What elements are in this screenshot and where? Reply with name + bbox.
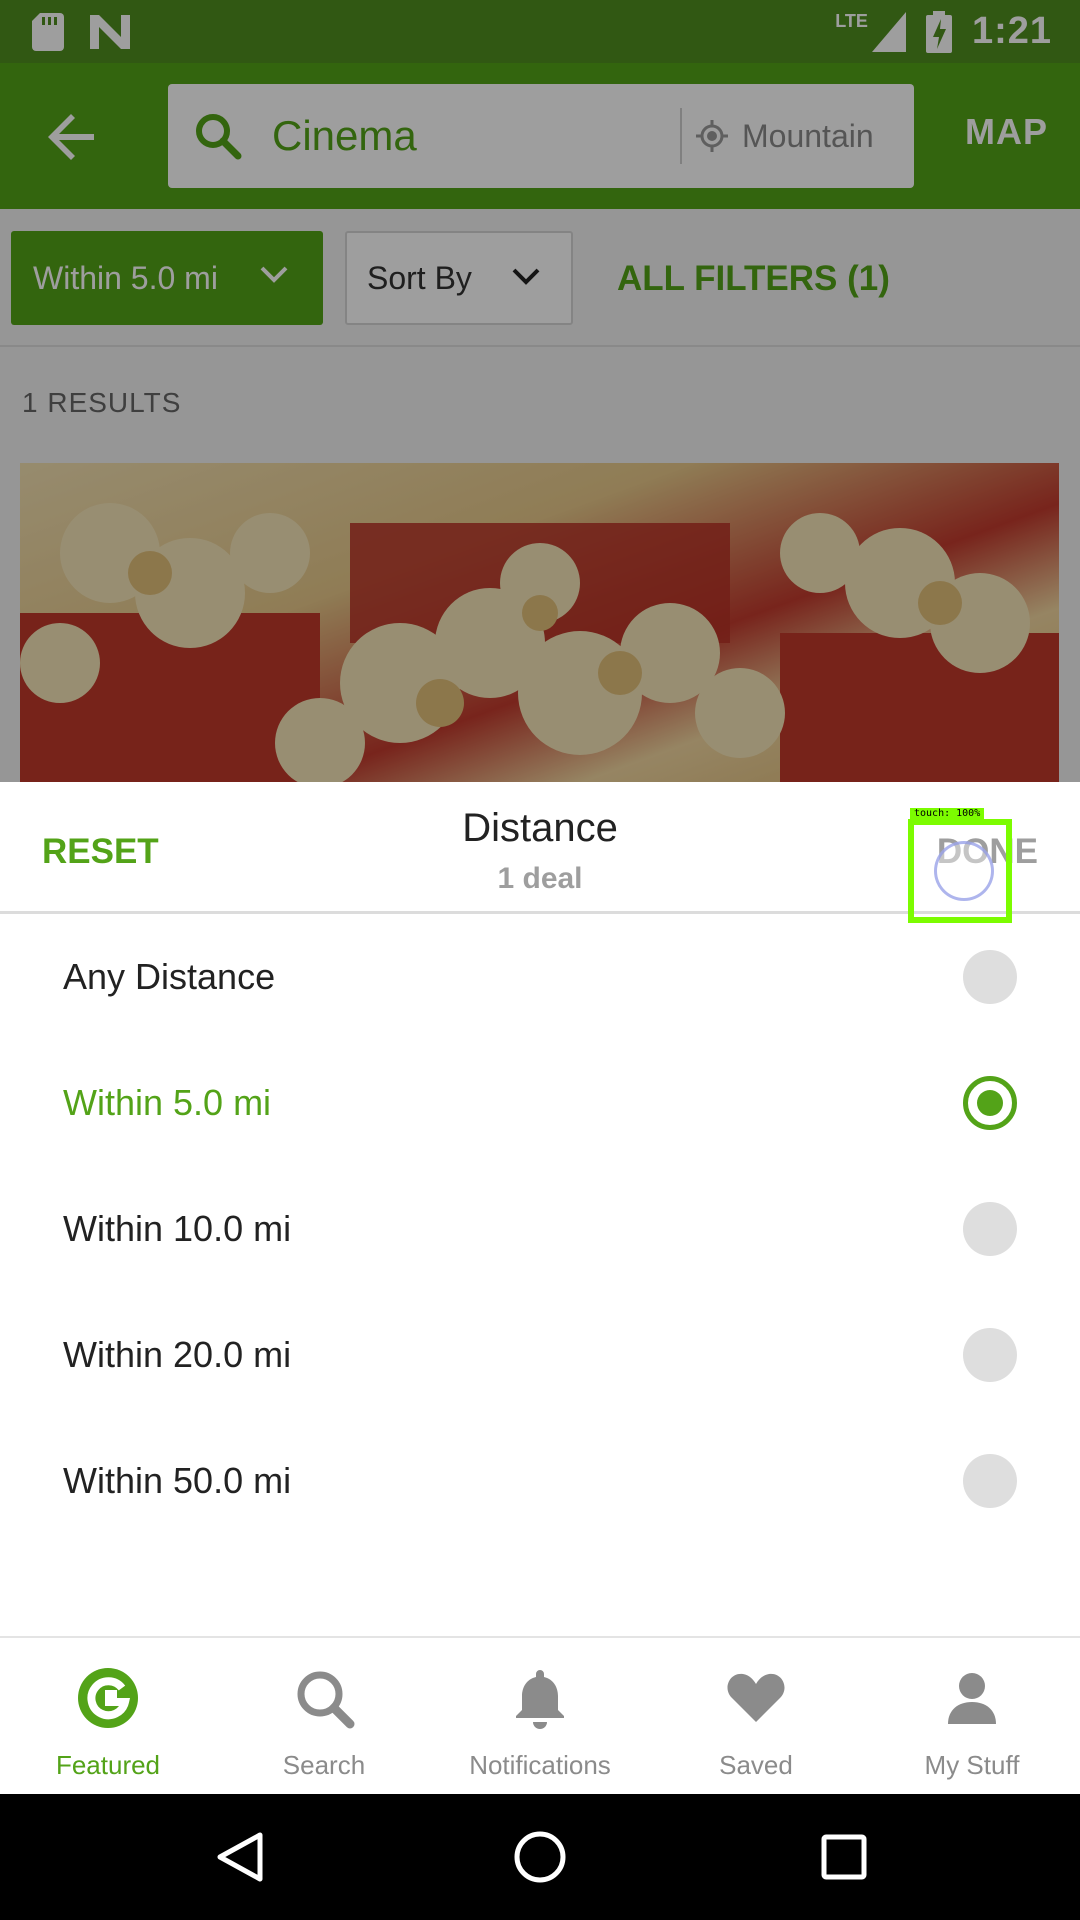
distance-bottom-sheet: RESET Distance 1 deal DONE touch: 100% A… (0, 782, 1080, 1636)
option-within-50-mi[interactable]: Within 50.0 mi (0, 1418, 1080, 1544)
sheet-header: RESET Distance 1 deal DONE touch: 100% (0, 782, 1080, 923)
nav-saved[interactable]: Saved (648, 1638, 864, 1794)
nav-label: Search (282, 1750, 366, 1780)
home-circle-icon[interactable] (510, 1827, 570, 1887)
bottom-navigation: Featured Search Notifications Saved My S… (0, 1636, 1080, 1794)
person-icon (948, 1673, 996, 1724)
groupon-g-icon (78, 1668, 138, 1728)
search-icon (297, 1671, 355, 1729)
nav-search[interactable]: Search (216, 1638, 432, 1794)
nav-my-stuff[interactable]: My Stuff (864, 1638, 1080, 1794)
nav-notifications[interactable]: Notifications (432, 1638, 648, 1794)
option-label: Within 50.0 mi (63, 1460, 292, 1501)
radio-button[interactable] (963, 1202, 1017, 1256)
option-any-distance[interactable]: Any Distance (0, 914, 1080, 1040)
radio-button[interactable] (963, 1328, 1017, 1382)
option-label: Within 20.0 mi (63, 1334, 292, 1375)
nav-label: Saved (719, 1750, 793, 1780)
option-within-20-mi[interactable]: Within 20.0 mi (0, 1292, 1080, 1418)
touch-indicator (908, 819, 1012, 923)
bell-icon (516, 1670, 564, 1729)
radio-button-selected[interactable] (963, 1076, 1017, 1130)
radio-button[interactable] (963, 950, 1017, 1004)
radio-button[interactable] (963, 1454, 1017, 1508)
option-label: Any Distance (63, 956, 276, 997)
nav-label: Featured (55, 1750, 161, 1780)
back-triangle-icon[interactable] (210, 1827, 270, 1887)
nav-featured[interactable]: Featured (0, 1638, 216, 1794)
option-label: Within 10.0 mi (63, 1208, 292, 1249)
recents-square-icon[interactable] (814, 1827, 874, 1887)
nav-label: Notifications (469, 1750, 611, 1780)
touch-point (934, 841, 994, 901)
option-within-10-mi[interactable]: Within 10.0 mi (0, 1166, 1080, 1292)
nav-label: My Stuff (924, 1750, 1020, 1780)
option-label: Within 5.0 mi (63, 1082, 272, 1123)
system-navigation-bar (0, 1794, 1080, 1920)
dim-overlay[interactable] (0, 0, 1080, 782)
heart-icon (727, 1673, 785, 1722)
option-within-5-mi[interactable]: Within 5.0 mi (0, 1040, 1080, 1166)
